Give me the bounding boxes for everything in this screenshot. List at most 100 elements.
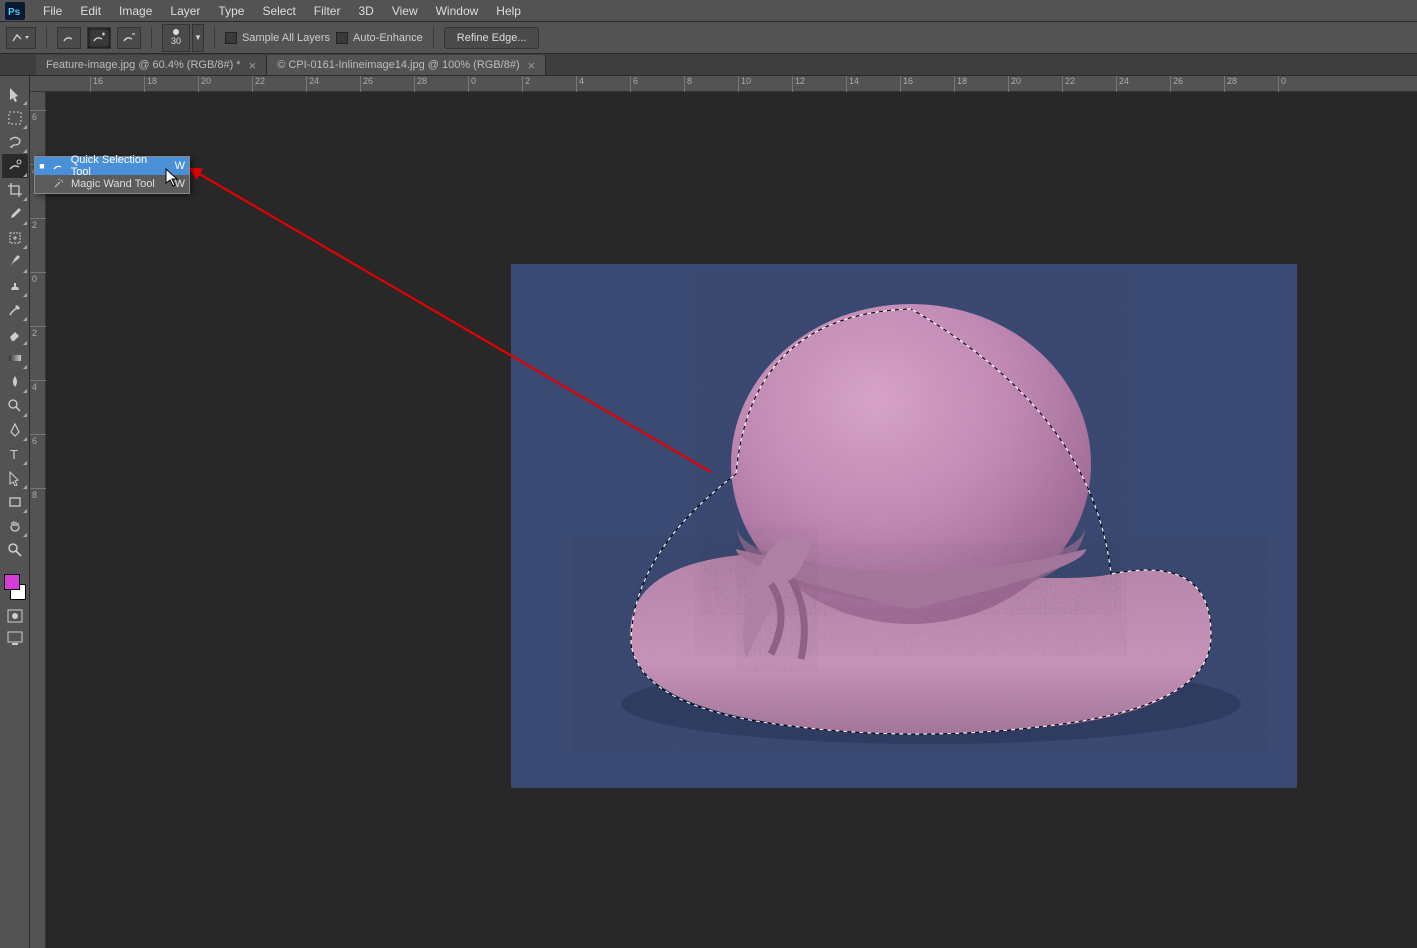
sample-all-layers-checkbox[interactable]: Sample All Layers [225, 32, 330, 44]
svg-text:T: T [10, 447, 18, 462]
tool-crop[interactable] [2, 178, 28, 202]
tool-pen[interactable] [2, 418, 28, 442]
ruler-tick: 20 [198, 76, 211, 92]
ruler-tick: 26 [1170, 76, 1183, 92]
ruler-tick: 18 [954, 76, 967, 92]
menu-window[interactable]: Window [427, 2, 488, 20]
tool-brush[interactable] [2, 250, 28, 274]
tool-preset-picker[interactable] [6, 27, 36, 49]
ruler-horizontal[interactable]: 16 18 20 22 24 26 28 0 2 4 6 8 10 12 14 … [30, 76, 1417, 92]
active-indicator: ■ [39, 161, 45, 171]
ruler-tick: 24 [1116, 76, 1129, 92]
menu-filter[interactable]: Filter [305, 2, 350, 20]
ruler-tick: 0 [1278, 76, 1286, 92]
ruler-tick: 6 [30, 434, 46, 446]
close-icon[interactable]: × [249, 59, 257, 72]
menu-file[interactable]: File [34, 2, 71, 20]
ruler-tick: 22 [252, 76, 265, 92]
ruler-tick: 16 [90, 76, 103, 92]
close-icon[interactable]: × [528, 59, 536, 72]
tab-document-1[interactable]: Feature-image.jpg @ 60.4% (RGB/8#) * × [36, 55, 267, 75]
chevron-down-icon[interactable]: ▼ [192, 24, 204, 52]
menu-help[interactable]: Help [487, 2, 530, 20]
ruler-tick: 16 [900, 76, 913, 92]
shortcut-key: W [175, 178, 185, 190]
ps-logo-icon: Ps [4, 2, 26, 20]
tool-hand[interactable] [2, 514, 28, 538]
menu-view[interactable]: View [383, 2, 427, 20]
separator [433, 27, 434, 49]
options-bar: 30 ▼ Sample All Layers Auto-Enhance Refi… [0, 22, 1417, 54]
ruler-vertical[interactable]: 6 4 2 0 2 4 6 8 [30, 92, 46, 948]
tool-path-selection[interactable] [2, 466, 28, 490]
tool-quick-selection[interactable] [2, 154, 28, 178]
ruler-tick: 4 [30, 380, 46, 392]
tab-document-2[interactable]: © CPI-0161-Inlineimage14.jpg @ 100% (RGB… [267, 55, 546, 75]
foreground-color[interactable] [4, 574, 20, 590]
hat-image [511, 264, 1297, 788]
brush-preset-picker[interactable]: 30 ▼ [162, 24, 204, 52]
menu-bar: Ps File Edit Image Layer Type Select Fil… [0, 0, 1417, 22]
tool-lasso[interactable] [2, 130, 28, 154]
tool-eyedropper[interactable] [2, 202, 28, 226]
document-tabs: Feature-image.jpg @ 60.4% (RGB/8#) * × ©… [0, 54, 1417, 76]
ruler-tick: 8 [30, 488, 46, 500]
menu-select[interactable]: Select [253, 2, 304, 20]
screen-mode[interactable] [2, 628, 28, 648]
flyout-item-quick-selection[interactable]: ■ Quick Selection Tool W [35, 157, 189, 175]
ruler-tick: 20 [1008, 76, 1021, 92]
ruler-tick: 4 [576, 76, 584, 92]
ruler-tick: 8 [684, 76, 692, 92]
flyout-label: Magic Wand Tool [71, 178, 155, 190]
menu-layer[interactable]: Layer [161, 2, 209, 20]
document-canvas[interactable] [511, 264, 1297, 788]
tools-panel: T [0, 76, 30, 948]
quick-mask-mode[interactable] [2, 606, 28, 626]
svg-text:Ps: Ps [8, 7, 21, 18]
tool-gradient[interactable] [2, 346, 28, 370]
tool-type[interactable]: T [2, 442, 28, 466]
ruler-tick: 10 [738, 76, 751, 92]
tool-history-brush[interactable] [2, 298, 28, 322]
ruler-tick: 12 [792, 76, 805, 92]
tool-flyout: ■ Quick Selection Tool W Magic Wand Tool… [34, 156, 190, 194]
tool-clone-stamp[interactable] [2, 274, 28, 298]
ruler-tick: 24 [306, 76, 319, 92]
tool-eraser[interactable] [2, 322, 28, 346]
ruler-tick: 2 [522, 76, 530, 92]
canvas-area[interactable] [46, 92, 1417, 948]
new-selection-button[interactable] [57, 27, 81, 49]
tab-label: Feature-image.jpg @ 60.4% (RGB/8#) * [46, 59, 241, 71]
tool-dodge[interactable] [2, 394, 28, 418]
add-to-selection-button[interactable] [87, 27, 111, 49]
color-swatches[interactable] [2, 574, 28, 600]
brush-size-value: 30 [171, 36, 181, 46]
tool-healing-brush[interactable] [2, 226, 28, 250]
tool-move[interactable] [2, 82, 28, 106]
tool-zoom[interactable] [2, 538, 28, 562]
menu-type[interactable]: Type [209, 2, 253, 20]
ruler-tick: 6 [30, 110, 46, 122]
magic-wand-icon [51, 178, 65, 190]
subtract-from-selection-button[interactable] [117, 27, 141, 49]
ruler-tick: 6 [630, 76, 638, 92]
tab-label: © CPI-0161-Inlineimage14.jpg @ 100% (RGB… [277, 59, 519, 71]
separator [46, 27, 47, 49]
quick-selection-icon [51, 160, 65, 172]
tool-blur[interactable] [2, 370, 28, 394]
ruler-tick: 2 [30, 218, 46, 230]
auto-enhance-checkbox[interactable]: Auto-Enhance [336, 32, 423, 44]
shortcut-key: W [175, 160, 185, 172]
tool-marquee[interactable] [2, 106, 28, 130]
refine-edge-button[interactable]: Refine Edge... [444, 27, 540, 49]
menu-edit[interactable]: Edit [71, 2, 110, 20]
ruler-tick: 0 [30, 272, 46, 284]
separator [214, 27, 215, 49]
tool-rectangle[interactable] [2, 490, 28, 514]
ruler-tick: 28 [1224, 76, 1237, 92]
ruler-tick: 2 [30, 326, 46, 338]
menu-image[interactable]: Image [110, 2, 161, 20]
ruler-tick: 22 [1062, 76, 1075, 92]
ruler-tick: 14 [846, 76, 859, 92]
menu-3d[interactable]: 3D [349, 2, 382, 20]
